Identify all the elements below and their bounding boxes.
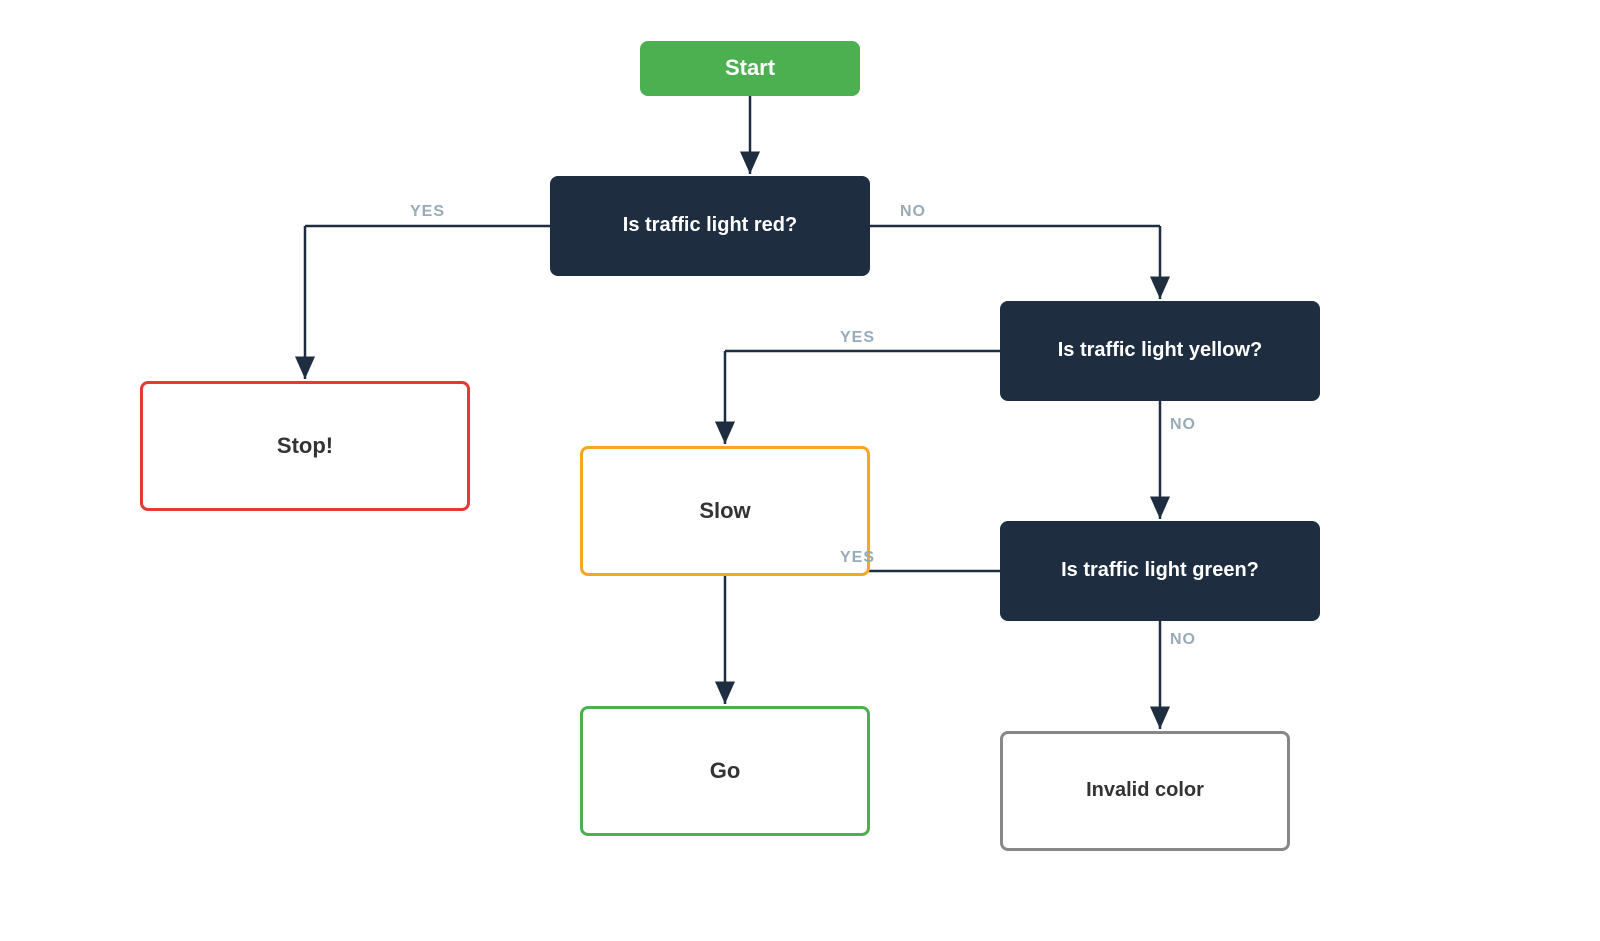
traffic-green-label: Is traffic light green? [1061,559,1259,582]
traffic-yellow-label: Is traffic light yellow? [1058,339,1262,362]
start-node: Start [640,41,860,96]
start-label: Start [725,55,775,81]
traffic-red-node: Is traffic light red? [550,176,870,276]
invalid-label: Invalid color [1086,779,1204,802]
stop-label: Stop! [277,433,333,459]
stop-node: Stop! [140,381,470,511]
go-label: Go [710,758,741,784]
invalid-node: Invalid color [1000,731,1290,851]
slow-node: Slow [580,446,870,576]
slow-label: Slow [699,498,750,524]
traffic-green-node: Is traffic light green? [1000,521,1320,621]
label-yes1: YES [410,203,445,221]
traffic-yellow-node: Is traffic light yellow? [1000,301,1320,401]
flowchart: Start Is traffic light red? Stop! Is tra… [100,31,1500,911]
label-no3: NO [1170,631,1196,649]
label-yes2: YES [840,329,875,347]
traffic-red-label: Is traffic light red? [623,214,797,237]
label-yes3: YES [840,549,875,567]
label-no1: NO [900,203,926,221]
go-node: Go [580,706,870,836]
label-no2: NO [1170,416,1196,434]
